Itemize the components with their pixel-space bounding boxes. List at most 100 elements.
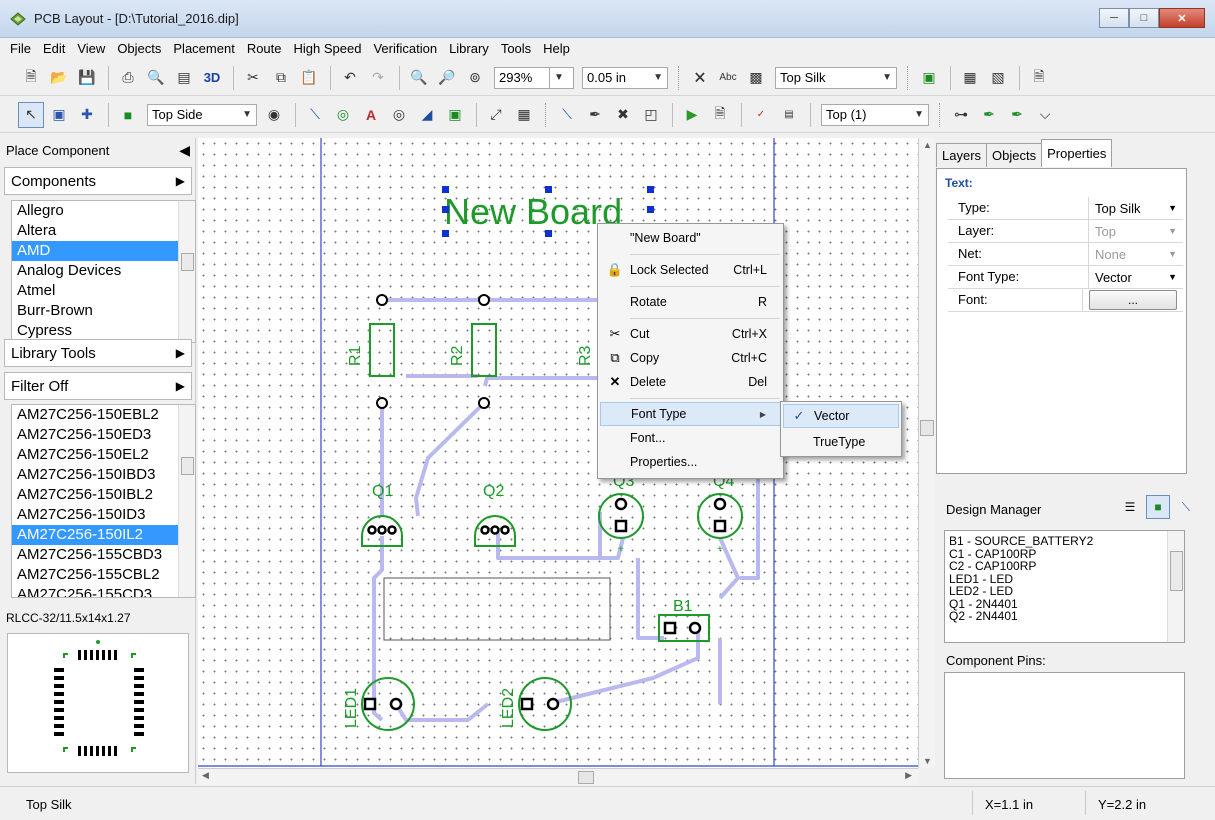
paste-icon[interactable]: 📋 (296, 65, 322, 91)
unhighlight-net-icon[interactable]: ✒ (1004, 102, 1030, 128)
zoom-out-icon[interactable]: 🔎 (434, 65, 460, 91)
zoom-combo[interactable]: 293% (494, 66, 550, 89)
list-item[interactable]: AM27C256-150EBL2 (12, 405, 195, 425)
pad[interactable] (376, 294, 388, 306)
grid-table-icon[interactable]: ▦ (511, 102, 537, 128)
drc-check-icon[interactable]: ✓ (748, 102, 774, 128)
ctx-font[interactable]: Font... (600, 426, 781, 450)
list-item[interactable]: AM27C256-150IBL2 (12, 485, 195, 505)
components-button[interactable]: Components ▶ (4, 167, 192, 195)
scrollbar-thumb[interactable] (578, 771, 594, 784)
transistor-q2[interactable] (474, 515, 516, 547)
undo-icon[interactable]: ↶ (337, 65, 363, 91)
polygon-icon[interactable]: ◢ (414, 102, 440, 128)
route-icon[interactable]: ⟍ (554, 102, 580, 128)
route-edit-icon[interactable]: ✒ (582, 102, 608, 128)
redo-icon[interactable]: ↷ (365, 65, 391, 91)
grid-combo[interactable]: 0.05 in ▼ (582, 66, 668, 89)
list-item[interactable]: LED2 - LED (945, 585, 1184, 598)
ctx-title-item[interactable]: "New Board" (600, 226, 781, 250)
ctx-font-type[interactable]: Font Type ▶ (600, 402, 781, 426)
crosshair-icon[interactable]: ✚ (74, 102, 100, 128)
scrollbar-thumb[interactable] (181, 253, 194, 271)
text-abc-icon[interactable]: Abc (715, 65, 741, 91)
print-icon[interactable]: ⎙ (115, 65, 141, 91)
scroll-up-icon[interactable]: ▲ (923, 140, 932, 150)
minimize-button[interactable]: ─ (1099, 8, 1129, 28)
property-font-type-dropdown[interactable]: Vector ▼ (1089, 266, 1183, 288)
part-list[interactable]: AM27C256-150EBL2 AM27C256-150ED3 AM27C25… (11, 404, 196, 598)
save-icon[interactable]: 💾 (74, 65, 100, 91)
menu-edit[interactable]: Edit (37, 38, 71, 60)
ctx-cut[interactable]: ✂ Cut Ctrl+X (600, 322, 781, 346)
maximize-button[interactable]: □ (1129, 8, 1159, 28)
list-item[interactable]: Cypress (12, 321, 195, 341)
chip-icon[interactable]: ▦ (957, 65, 983, 91)
list-item[interactable]: AM27C256-155CD3 (12, 585, 195, 597)
submenu-vector[interactable]: ✓ Vector (783, 404, 899, 428)
menu-placement[interactable]: Placement (167, 38, 240, 60)
layer-filter-combo[interactable]: Top (1) ▼ (821, 103, 929, 126)
board-title-text[interactable]: New Board (444, 191, 622, 232)
resistor-r2[interactable] (471, 323, 497, 377)
zoom-dropdown[interactable]: ▼ (549, 66, 574, 89)
menu-file[interactable]: File (4, 38, 37, 60)
menu-objects[interactable]: Objects (111, 38, 167, 60)
component-pins-list[interactable] (944, 672, 1185, 779)
drc-report-icon[interactable]: ▤ (776, 102, 802, 128)
menu-high-speed[interactable]: High Speed (288, 38, 368, 60)
submenu-truetype[interactable]: TrueType (783, 430, 899, 454)
list-item[interactable]: Altera (12, 221, 195, 241)
close-button[interactable]: ✕ (1159, 8, 1205, 28)
pads-icon[interactable]: ▣ (916, 65, 942, 91)
manufacturer-scrollbar[interactable] (178, 201, 195, 342)
manufacturer-list[interactable]: Allegro Altera AMD Analog Devices Atmel … (11, 200, 196, 343)
selection-handle[interactable] (442, 230, 449, 237)
list-item[interactable]: AM27C256-150EL2 (12, 445, 195, 465)
selection-handle[interactable] (545, 230, 552, 237)
list-item[interactable]: B1 - SOURCE_BATTERY2 (945, 535, 1184, 548)
tab-properties[interactable]: Properties (1041, 139, 1113, 167)
menu-route[interactable]: Route (241, 38, 288, 60)
connection-icon[interactable]: ⊶ (948, 102, 974, 128)
pad[interactable] (478, 397, 490, 409)
list-item[interactable]: Analog Devices (12, 261, 195, 281)
list-item[interactable]: AM27C256-150IL2 (12, 525, 195, 545)
list-view-icon[interactable]: ☰ (1118, 495, 1142, 519)
font-browse-button[interactable]: ... (1089, 290, 1177, 310)
print-preview-icon[interactable]: 🔍 (143, 65, 169, 91)
cutout-icon[interactable]: ▣ (442, 102, 468, 128)
run-icon[interactable]: ▶ (679, 102, 705, 128)
select-arrow-icon[interactable]: ↖ (18, 101, 44, 128)
canvas-vertical-scrollbar[interactable]: ▲ ▼ (918, 138, 935, 768)
collapse-arrow-icon[interactable]: ◀ (179, 142, 190, 159)
ctx-delete[interactable]: ✕ Delete Del (600, 370, 781, 394)
tab-objects[interactable]: Objects (986, 143, 1043, 167)
text-a-icon[interactable]: A (358, 102, 384, 128)
ctx-rotate[interactable]: Rotate R (600, 290, 781, 314)
selection-handle[interactable] (442, 206, 449, 213)
canvas-horizontal-scrollbar[interactable]: ◀ ▶ (198, 768, 918, 785)
run-settings-icon[interactable]: 🗎 (707, 102, 733, 128)
list-item[interactable]: Burr-Brown (12, 301, 195, 321)
list-item[interactable]: AM27C256-150ED3 (12, 425, 195, 445)
chip-swap-icon[interactable]: ▧ (985, 65, 1011, 91)
pad[interactable] (478, 294, 490, 306)
selection-handle[interactable] (647, 186, 654, 193)
3d-view-button[interactable]: 3D (199, 65, 225, 91)
list-item[interactable]: C2 - CAP100RP (945, 560, 1184, 573)
highlight-net-icon[interactable]: ✒ (976, 102, 1002, 128)
ctx-lock-selected[interactable]: 🔒 Lock Selected Ctrl+L (600, 258, 781, 282)
battery-b1[interactable] (658, 614, 710, 642)
list-item[interactable]: Allegro (12, 201, 195, 221)
led-2[interactable] (518, 677, 572, 731)
waveform-icon[interactable]: ⌵ (1032, 102, 1058, 128)
binoculars-icon[interactable]: ◉ (261, 102, 287, 128)
library-tools-button[interactable]: Library Tools ▶ (4, 339, 192, 367)
ctx-properties[interactable]: Properties... (600, 450, 781, 474)
list-item[interactable]: Atmel (12, 281, 195, 301)
list-item[interactable]: AM27C256-150IBD3 (12, 465, 195, 485)
selection-handle[interactable] (647, 206, 654, 213)
place-component-icon[interactable]: 🗙 (687, 65, 713, 91)
list-item[interactable]: Q2 - 2N4401 (945, 610, 1184, 623)
